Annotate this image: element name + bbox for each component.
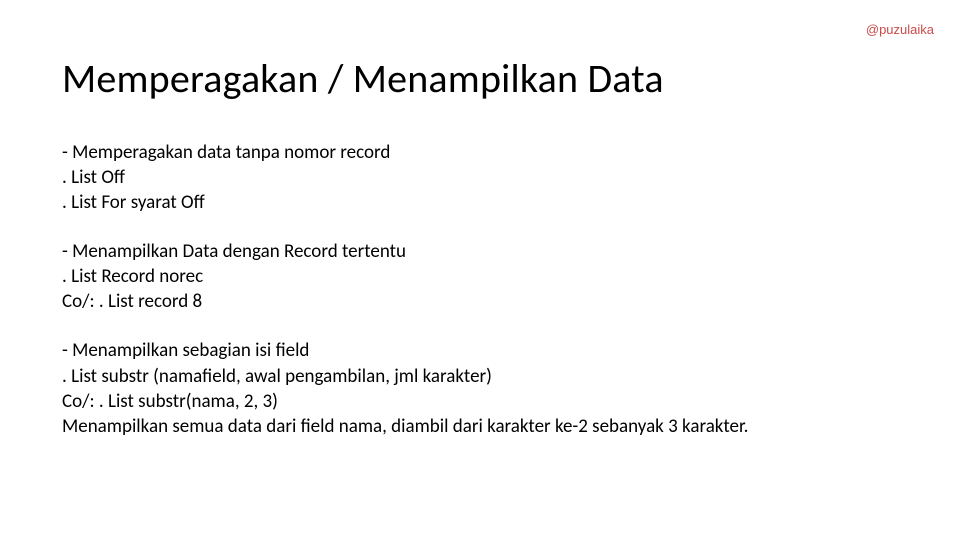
section-1: - Memperagakan data tanpa nomor record .…: [62, 140, 748, 215]
text-line: Co/: . List substr(nama, 2, 3): [62, 389, 748, 414]
text-line: - Memperagakan data tanpa nomor record: [62, 140, 748, 165]
text-line: . List For syarat Off: [62, 190, 748, 215]
text-line: . List Record norec: [62, 264, 748, 289]
slide-content: - Memperagakan data tanpa nomor record .…: [62, 140, 748, 463]
text-line: Menampilkan semua data dari field nama, …: [62, 414, 748, 439]
text-line: . List substr (namafield, awal pengambil…: [62, 364, 748, 389]
text-line: . List Off: [62, 165, 748, 190]
text-line: Co/: . List record 8: [62, 289, 748, 314]
page-title: Memperagakan / Menampilkan Data: [62, 54, 664, 103]
watermark: @puzulaika: [866, 22, 934, 37]
text-line: - Menampilkan Data dengan Record tertent…: [62, 239, 748, 264]
text-line: - Menampilkan sebagian isi field: [62, 338, 748, 363]
section-3: - Menampilkan sebagian isi field . List …: [62, 338, 748, 438]
section-2: - Menampilkan Data dengan Record tertent…: [62, 239, 748, 314]
